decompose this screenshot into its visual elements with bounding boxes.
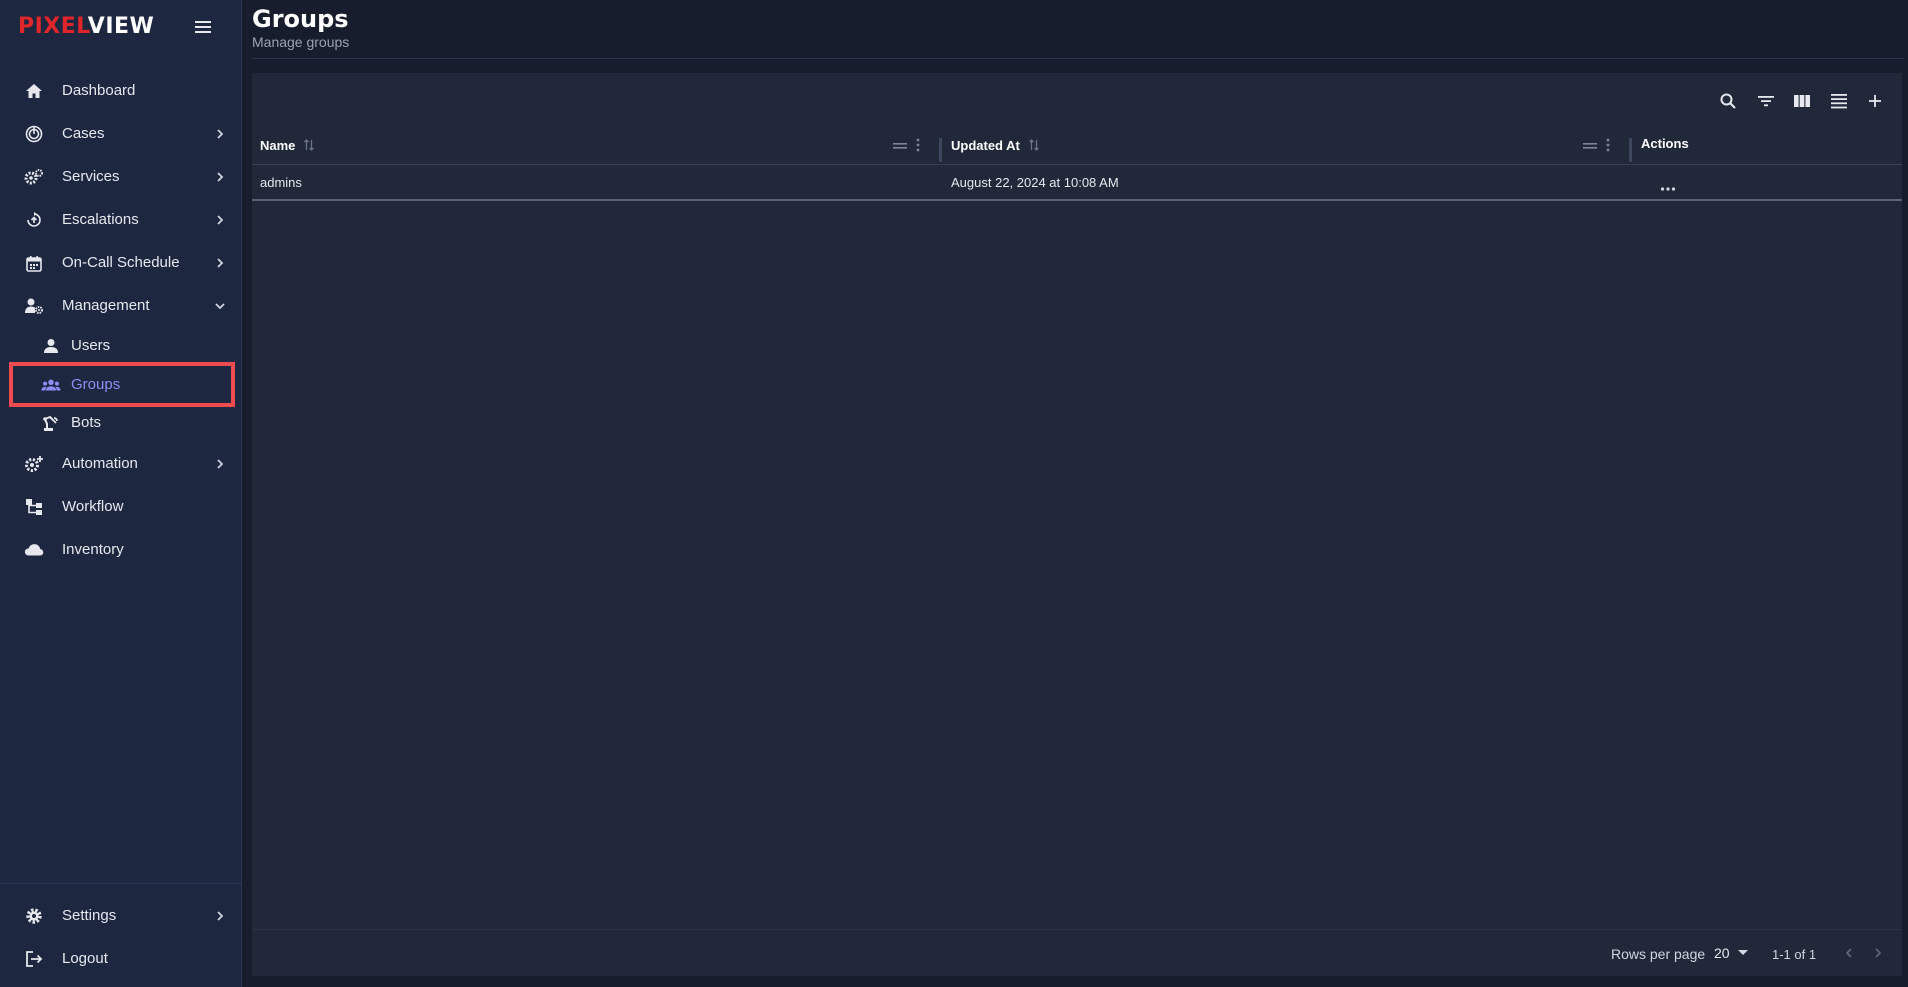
chevron-right-icon	[213, 457, 227, 471]
sidebar-item-inventory[interactable]: Inventory	[0, 530, 242, 570]
escalation-icon	[24, 211, 44, 229]
sidebar-item-label: Settings	[62, 907, 117, 924]
person-icon	[41, 337, 61, 355]
page-title: Groups	[252, 5, 349, 33]
column-header-name[interactable]: Name	[260, 125, 315, 165]
cell-updated-at: August 22, 2024 at 10:08 AM	[951, 175, 1119, 190]
sidebar-item-management[interactable]: Management	[0, 286, 242, 326]
brand-part-1: PIXEL	[18, 14, 88, 39]
search-icon[interactable]	[1716, 89, 1740, 113]
row-divider	[252, 199, 1902, 201]
sidebar-item-services[interactable]: Services	[0, 157, 242, 197]
rows-per-page-label: Rows per page	[1611, 946, 1706, 962]
sort-icon[interactable]	[1028, 138, 1040, 152]
sidebar-item-on-call-schedule[interactable]: On-Call Schedule	[0, 243, 242, 283]
sidebar-item-workflow[interactable]: Workflow	[0, 487, 242, 527]
sidebar-item-label: Services	[62, 168, 120, 185]
sidebar-item-label: Users	[71, 337, 111, 354]
add-icon[interactable]	[1863, 89, 1887, 113]
sidebar-item-escalations[interactable]: Escalations	[0, 200, 242, 240]
groups-table-panel: Name Updated At Actions admins August 22…	[252, 73, 1902, 976]
gear-icon	[24, 907, 44, 925]
fingerprint-icon	[24, 125, 44, 143]
robot-arm-icon	[41, 414, 61, 432]
drag-handle-icon[interactable]	[893, 139, 907, 157]
logout-icon	[24, 950, 44, 968]
brand-logo[interactable]: PIXELVIEW	[18, 14, 154, 39]
chevron-right-icon	[213, 213, 227, 227]
sidebar-item-cases[interactable]: Cases	[0, 114, 242, 154]
user-gear-icon	[24, 297, 44, 315]
group-icon	[41, 376, 61, 394]
column-menu-icon[interactable]	[916, 137, 920, 158]
calendar-icon	[24, 254, 44, 272]
column-resize-handle[interactable]	[939, 138, 942, 162]
next-page-icon[interactable]	[1871, 946, 1885, 965]
sidebar-item-label: Automation	[62, 455, 138, 472]
sidebar-item-label: On-Call Schedule	[62, 254, 180, 271]
sidebar-item-label: Bots	[71, 414, 102, 431]
sidebar-item-dashboard[interactable]: Dashboard	[0, 71, 242, 111]
sidebar-item-automation[interactable]: Automation	[0, 444, 242, 484]
sidebar-item-label: Dashboard	[62, 82, 136, 99]
gears-icon	[24, 168, 44, 186]
column-header-updated-at[interactable]: Updated At	[951, 125, 1040, 165]
columns-icon[interactable]	[1790, 89, 1814, 113]
sidebar-item-label: Cases	[62, 125, 105, 142]
more-actions-icon[interactable]	[1660, 179, 1676, 197]
sidebar-item-groups[interactable]: Groups	[0, 365, 242, 405]
workflow-icon	[24, 498, 44, 516]
previous-page-icon[interactable]	[1842, 946, 1856, 965]
brand-part-2: VIEW	[87, 14, 155, 39]
sidebar-item-label: Workflow	[62, 498, 124, 515]
sidebar-item-label: Logout	[62, 950, 108, 967]
column-header-label: Name	[260, 137, 296, 153]
sidebar-item-label: Escalations	[62, 211, 139, 228]
sidebar-item-label: Management	[62, 297, 150, 314]
caret-down-icon	[1737, 950, 1748, 956]
density-icon[interactable]	[1827, 89, 1851, 113]
header-row-divider	[252, 164, 1902, 165]
column-menu-icon[interactable]	[1606, 137, 1610, 158]
rows-per-page-value: 20	[1714, 945, 1730, 961]
cell-name: admins	[260, 175, 302, 190]
chevron-right-icon	[213, 909, 227, 923]
sidebar-item-logout[interactable]: Logout	[0, 939, 242, 979]
footer-divider	[252, 929, 1902, 930]
pagination-range: 1-1 of 1	[1772, 947, 1817, 962]
sidebar-item-label: Groups	[71, 376, 121, 393]
home-icon	[24, 82, 44, 100]
chevron-down-icon	[213, 299, 227, 313]
sidebar-item-settings[interactable]: Settings	[0, 896, 242, 936]
page-subtitle: Manage groups	[252, 34, 350, 50]
sidebar-item-bots[interactable]: Bots	[0, 403, 242, 443]
chevron-right-icon	[213, 170, 227, 184]
drag-handle-icon[interactable]	[1583, 139, 1597, 157]
chevron-right-icon	[213, 256, 227, 270]
sort-icon[interactable]	[303, 138, 315, 152]
gear-plus-icon	[24, 455, 44, 473]
menu-toggle-icon[interactable]	[194, 19, 212, 35]
column-header-label: Actions	[1641, 135, 1689, 151]
sidebar-item-label: Inventory	[62, 541, 124, 558]
filter-icon[interactable]	[1754, 89, 1778, 113]
column-header-actions: Actions	[1641, 123, 1689, 163]
sidebar: PIXELVIEW Dashboard Cases Services Escal…	[0, 0, 242, 987]
sidebar-item-users[interactable]: Users	[0, 326, 242, 366]
header-divider	[252, 58, 1904, 59]
cloud-icon	[24, 541, 44, 559]
column-header-label: Updated At	[951, 137, 1020, 153]
sidebar-divider	[0, 883, 242, 884]
chevron-right-icon	[213, 127, 227, 141]
rows-per-page-select[interactable]: 20	[1714, 945, 1748, 961]
column-resize-handle[interactable]	[1629, 138, 1632, 162]
